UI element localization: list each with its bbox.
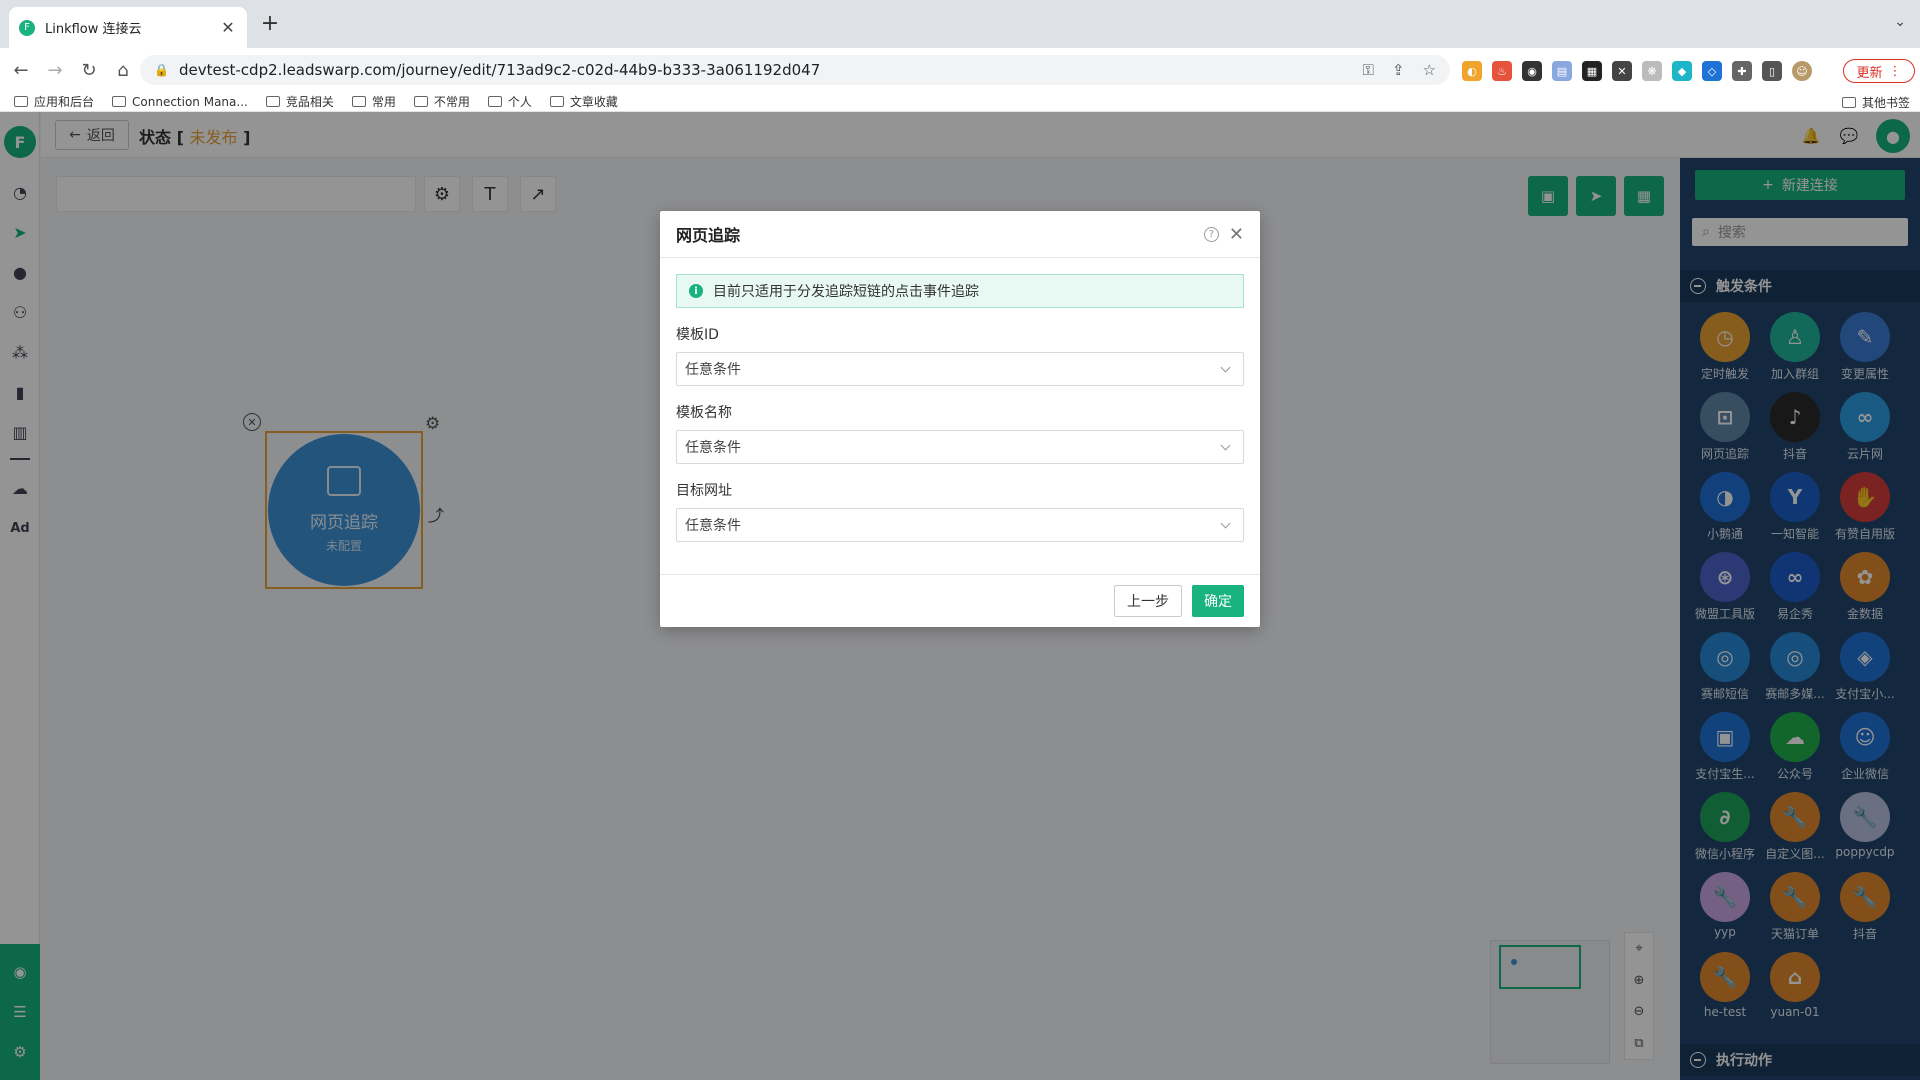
template-name-label: 模板名称: [676, 405, 732, 421]
folder-icon: [14, 96, 28, 107]
update-button[interactable]: 更新 ⋮: [1843, 59, 1915, 83]
extension-icon[interactable]: ▦: [1582, 61, 1602, 81]
update-label: 更新: [1856, 65, 1883, 81]
folder-icon: [351, 96, 366, 107]
extension-icon[interactable]: ◇: [1702, 61, 1722, 81]
other-bookmarks[interactable]: 其他书签: [1841, 92, 1910, 112]
bookmark-folder[interactable]: 不常用: [413, 93, 470, 110]
extension-icon[interactable]: ◆: [1672, 61, 1692, 81]
extension-icon[interactable]: ✕: [1612, 61, 1632, 81]
tab-search-chevron-icon[interactable]: ⌄: [1894, 14, 1906, 30]
folder-icon: [487, 96, 502, 107]
template-id-select[interactable]: 任意条件: [676, 352, 1244, 386]
more-vert-icon: ⋮: [1888, 63, 1902, 79]
bookmark-label: 不常用: [433, 95, 470, 109]
bookmark-folder[interactable]: 常用: [351, 93, 396, 110]
extension-icon[interactable]: ♨: [1492, 61, 1512, 81]
folder-icon: [549, 96, 564, 107]
dialog-header: 网页追踪 ? ✕: [660, 211, 1260, 258]
target-url-label: 目标网址: [676, 483, 732, 499]
chevron-down-icon: [1220, 440, 1231, 450]
side-panel-icon[interactable]: ▯: [1762, 61, 1782, 81]
bookmark-label: 文章收藏: [569, 95, 618, 109]
alert-text: 目前只适用于分发追踪短链的点击事件追踪: [713, 284, 979, 300]
bookmark-label: 竞品相关: [285, 95, 334, 109]
close-icon[interactable]: ✕: [1229, 224, 1244, 245]
bookmark-star-icon[interactable]: ☆: [1423, 61, 1436, 79]
select-value: 任意条件: [685, 362, 741, 378]
chevron-down-icon: [1220, 518, 1231, 528]
new-tab-button[interactable]: +: [258, 12, 282, 36]
linkflow-favicon-icon: F: [19, 19, 35, 36]
bookmark-folder[interactable]: 竞品相关: [265, 93, 334, 110]
bookmark-folder[interactable]: 文章收藏: [549, 93, 618, 110]
target-url-select[interactable]: 任意条件: [676, 508, 1244, 542]
url-text[interactable]: devtest-cdp2.leadswarp.com/journey/edit/…: [179, 61, 1363, 79]
bookmark-folder[interactable]: 应用和后台: [14, 93, 94, 110]
info-alert: i 目前只适用于分发追踪短链的点击事件追踪: [676, 274, 1244, 308]
share-icon[interactable]: ⇪: [1392, 61, 1405, 79]
folder-icon: [112, 96, 127, 107]
bookmark-label: Connection Mana...: [132, 94, 248, 109]
bookmark-label: 个人: [507, 95, 532, 109]
omnibox[interactable]: 🔒 devtest-cdp2.leadswarp.com/journey/edi…: [140, 55, 1450, 85]
chevron-down-icon: [1220, 362, 1231, 372]
bookmarks-bar: 应用和后台 Connection Mana... 竞品相关 常用 不常用 个人 …: [0, 92, 1920, 112]
extension-icon[interactable]: ▤: [1552, 61, 1572, 81]
back-arrow-icon[interactable]: ←: [8, 57, 34, 83]
extension-icon[interactable]: ◐: [1462, 61, 1482, 81]
template-name-select[interactable]: 任意条件: [676, 430, 1244, 464]
puzzle-icon[interactable]: ✚: [1732, 61, 1752, 81]
profile-avatar-icon[interactable]: ☺: [1792, 61, 1812, 81]
tab-close-icon[interactable]: ✕: [219, 18, 237, 37]
tab-title: Linkflow 连接云: [45, 22, 142, 37]
extension-icon[interactable]: ◉: [1522, 61, 1542, 81]
bookmark-label: 应用和后台: [34, 95, 95, 109]
dialog-body: i 目前只适用于分发追踪短链的点击事件追踪 模板ID 任意条件 模板名称 任意条…: [660, 258, 1260, 542]
select-value: 任意条件: [685, 518, 741, 534]
previous-step-button[interactable]: 上一步: [1114, 585, 1182, 617]
template-id-label: 模板ID: [676, 327, 719, 343]
bookmark-label: 常用: [371, 95, 396, 109]
folder-icon: [1841, 96, 1856, 108]
browser-tab-bar: F Linkflow 连接云 ✕ + ⌄: [0, 0, 1920, 48]
home-icon[interactable]: ⌂: [110, 57, 136, 83]
confirm-button[interactable]: 确定: [1192, 585, 1244, 617]
bookmark-folder[interactable]: 个人: [487, 93, 532, 110]
help-icon[interactable]: ?: [1203, 226, 1219, 242]
forward-arrow-icon[interactable]: →: [42, 57, 68, 83]
folder-icon: [413, 96, 428, 107]
address-bar: ← → ↻ ⌂ 🔒 devtest-cdp2.leadswarp.com/jou…: [0, 48, 1920, 92]
key-icon[interactable]: ⚿: [1363, 61, 1374, 79]
info-icon: i: [689, 284, 703, 298]
select-value: 任意条件: [685, 440, 741, 456]
browser-tab[interactable]: F Linkflow 连接云 ✕: [9, 7, 247, 48]
lock-icon[interactable]: 🔒: [154, 63, 169, 77]
other-bookmarks-label: 其他书签: [1861, 95, 1910, 110]
folder-icon: [265, 96, 280, 107]
dialog-footer: 上一步 确定: [660, 574, 1260, 627]
dialog-title: 网页追踪: [676, 226, 741, 245]
reload-icon[interactable]: ↻: [76, 57, 102, 83]
bookmark-folder[interactable]: Connection Mana...: [112, 95, 248, 109]
extensions-row: ◐ ♨ ◉ ▤ ▦ ✕ ❋ ◆ ◇ ✚ ▯ ☺: [1462, 58, 1812, 84]
web-tracking-dialog: 网页追踪 ? ✕ i 目前只适用于分发追踪短链的点击事件追踪 模板ID 任意条件…: [660, 211, 1260, 627]
extension-icon[interactable]: ❋: [1642, 61, 1662, 81]
